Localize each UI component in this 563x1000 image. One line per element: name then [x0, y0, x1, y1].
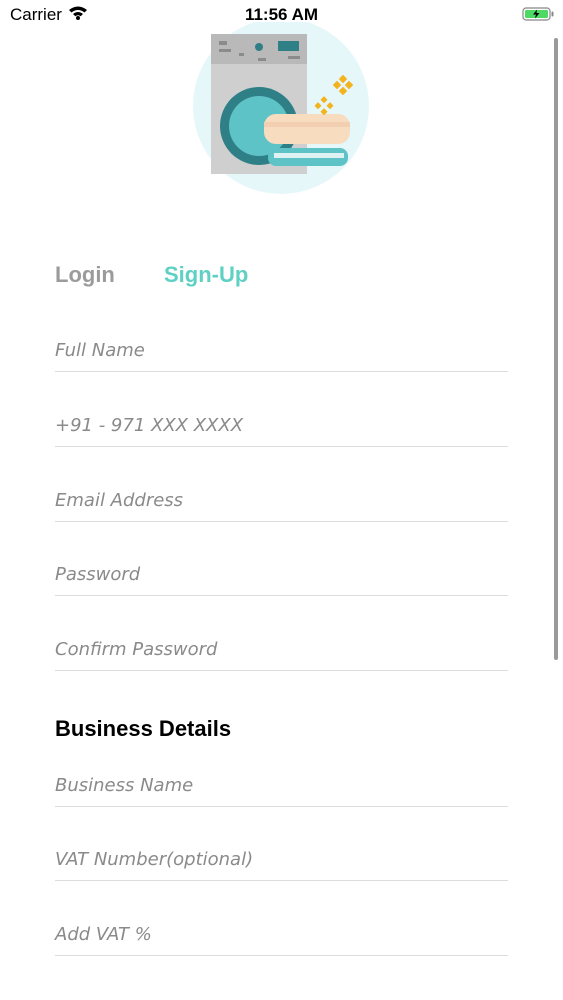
phone-field[interactable]: +91 - 971 XXX XXXX — [55, 406, 508, 447]
business-name-field[interactable]: Business Name — [55, 766, 508, 807]
vat-percent-field[interactable]: Add VAT % — [55, 915, 508, 956]
confirm-password-field[interactable]: Confirm Password — [55, 630, 508, 671]
business-details-title: Business Details — [55, 716, 232, 741]
tab-signup[interactable]: Sign-Up — [164, 262, 248, 288]
scroll-indicator[interactable] — [554, 38, 558, 660]
vat-number-field[interactable]: VAT Number(optional) — [55, 840, 508, 881]
tab-login[interactable]: Login — [55, 262, 115, 288]
full-name-field[interactable]: Full Name — [55, 331, 508, 372]
battery-charging-icon — [522, 6, 556, 27]
email-field[interactable]: Email Address — [55, 481, 508, 522]
laundry-logo — [192, 18, 372, 194]
password-field[interactable]: Password — [55, 555, 508, 596]
